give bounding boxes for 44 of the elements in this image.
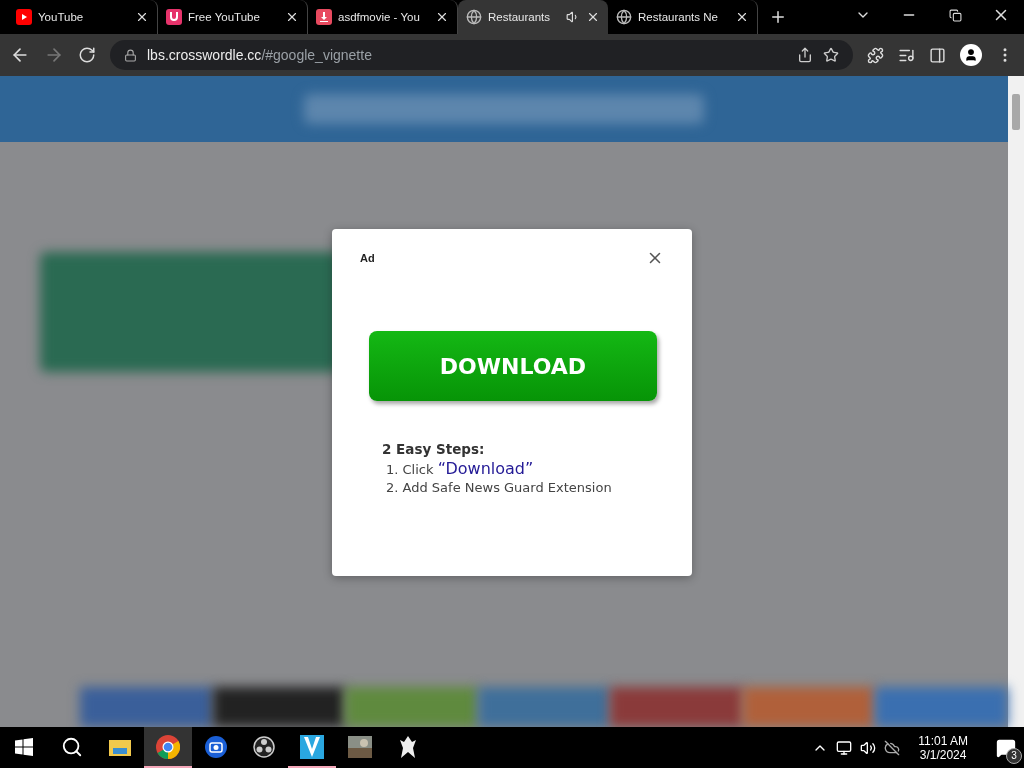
close-icon[interactable] (285, 10, 299, 24)
globe-icon (466, 9, 482, 25)
clock[interactable]: 11:01 AM 3/1/2024 (908, 733, 978, 762)
download-link[interactable]: “Download” (437, 459, 534, 478)
new-tab-icon[interactable] (769, 8, 787, 26)
browser-tab[interactable]: Restaurants (458, 0, 608, 34)
close-icon[interactable] (735, 10, 749, 24)
obs-icon[interactable] (252, 734, 276, 759)
video-editor-icon[interactable] (300, 734, 324, 759)
ad-label: Ad (360, 252, 375, 264)
youtube-icon (16, 9, 32, 25)
tab-title: asdfmovie - You (338, 11, 420, 23)
globe-icon (616, 9, 632, 25)
address-bar[interactable]: lbs.crosswordle.cc/#google_vignette (110, 40, 853, 70)
steps-heading: 2 Easy Steps: (382, 441, 486, 457)
close-icon[interactable] (586, 10, 600, 24)
search-icon[interactable] (61, 735, 83, 758)
scrollbar[interactable] (1008, 76, 1024, 727)
cloud-icon[interactable] (884, 739, 901, 756)
step-text: 1. Click “Download” (385, 459, 535, 478)
windows-icon[interactable] (15, 737, 33, 756)
restore-icon[interactable] (948, 8, 962, 22)
tab-title: Free YouTube (188, 11, 260, 23)
side-panel-icon[interactable] (929, 46, 946, 64)
time-text: 11:01 AM (918, 733, 968, 748)
volume-icon[interactable] (860, 739, 877, 756)
close-icon[interactable] (135, 10, 149, 24)
tab-title: YouTube (38, 11, 84, 23)
magnet-icon (166, 9, 182, 25)
reload-icon[interactable] (78, 46, 96, 64)
network-icon[interactable] (836, 739, 853, 756)
camera-icon[interactable] (204, 734, 228, 759)
extensions-icon[interactable] (867, 46, 884, 64)
date-text: 3/1/2024 (919, 747, 967, 762)
lock-icon (124, 48, 137, 62)
profile-icon[interactable] (960, 44, 982, 66)
tab-title: Restaurants Ne (638, 11, 718, 23)
tab-title: Restaurants (488, 11, 550, 23)
download-icon (316, 9, 332, 25)
bookmark-icon[interactable] (823, 47, 839, 63)
chrome-icon[interactable] (156, 734, 180, 759)
close-icon[interactable] (435, 10, 449, 24)
share-icon[interactable] (797, 47, 813, 63)
step-text: 2. Add Safe News Guard Extension (385, 480, 613, 495)
